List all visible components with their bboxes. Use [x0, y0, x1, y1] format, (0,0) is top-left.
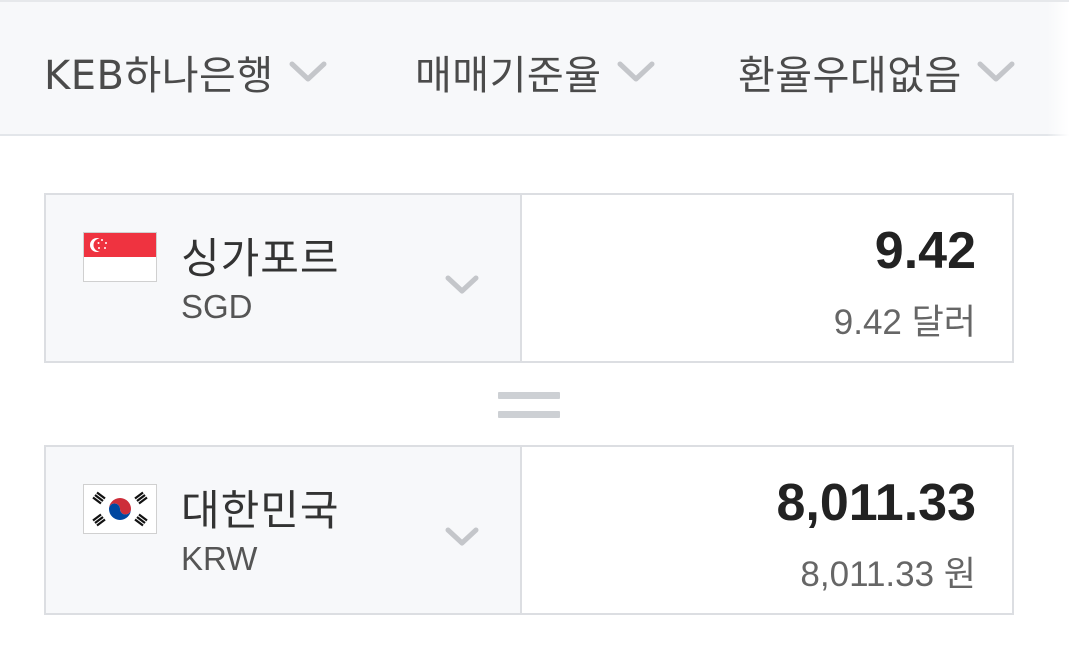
chevron-down-icon [445, 275, 479, 294]
rate-type-select[interactable]: 매매기준율 [415, 48, 656, 99]
from-amount-text: 9.42 달러 [833, 303, 976, 342]
discount-select[interactable]: 환율우대없음 [738, 48, 1016, 99]
to-currency-row: 대한민국 KRW 8,011.33 8,011.33 원 [44, 445, 1014, 615]
bank-select-label: KEB하나은행 [44, 53, 274, 99]
chevron-down-icon [617, 61, 654, 82]
bank-select[interactable]: KEB하나은행 [44, 48, 328, 99]
filter-bar: KEB하나은행 매매기준율 환율우대없음 [0, 0, 1069, 136]
south-korea-flag-icon [83, 484, 157, 534]
to-currency-name: 대한민국 [181, 486, 340, 535]
to-amount-input[interactable]: 8,011.33 8,011.33 원 [522, 447, 1012, 613]
to-currency-code: KRW [181, 540, 258, 577]
from-amount-input[interactable]: 9.42 9.42 달러 [522, 195, 1012, 361]
to-amount: 8,011.33 [776, 474, 976, 532]
chevron-down-icon [977, 61, 1015, 82]
from-currency-code: SGD [181, 288, 253, 325]
chevron-down-icon [289, 61, 327, 82]
scroll-fade [1047, 2, 1069, 136]
chevron-down-icon [445, 527, 479, 546]
from-currency-name: 싱가포르 [181, 234, 340, 283]
from-amount: 9.42 [874, 222, 976, 280]
from-currency-row: 싱가포르 SGD 9.42 9.42 달러 [44, 193, 1014, 363]
to-amount-text: 8,011.33 원 [800, 555, 976, 594]
equals-icon [498, 392, 560, 422]
discount-select-label: 환율우대없음 [738, 53, 962, 99]
singapore-flag-icon [83, 232, 157, 282]
rate-type-select-label: 매매기준율 [415, 53, 602, 99]
to-currency-select[interactable]: 대한민국 KRW [46, 447, 522, 613]
from-currency-select[interactable]: 싱가포르 SGD [46, 195, 522, 361]
